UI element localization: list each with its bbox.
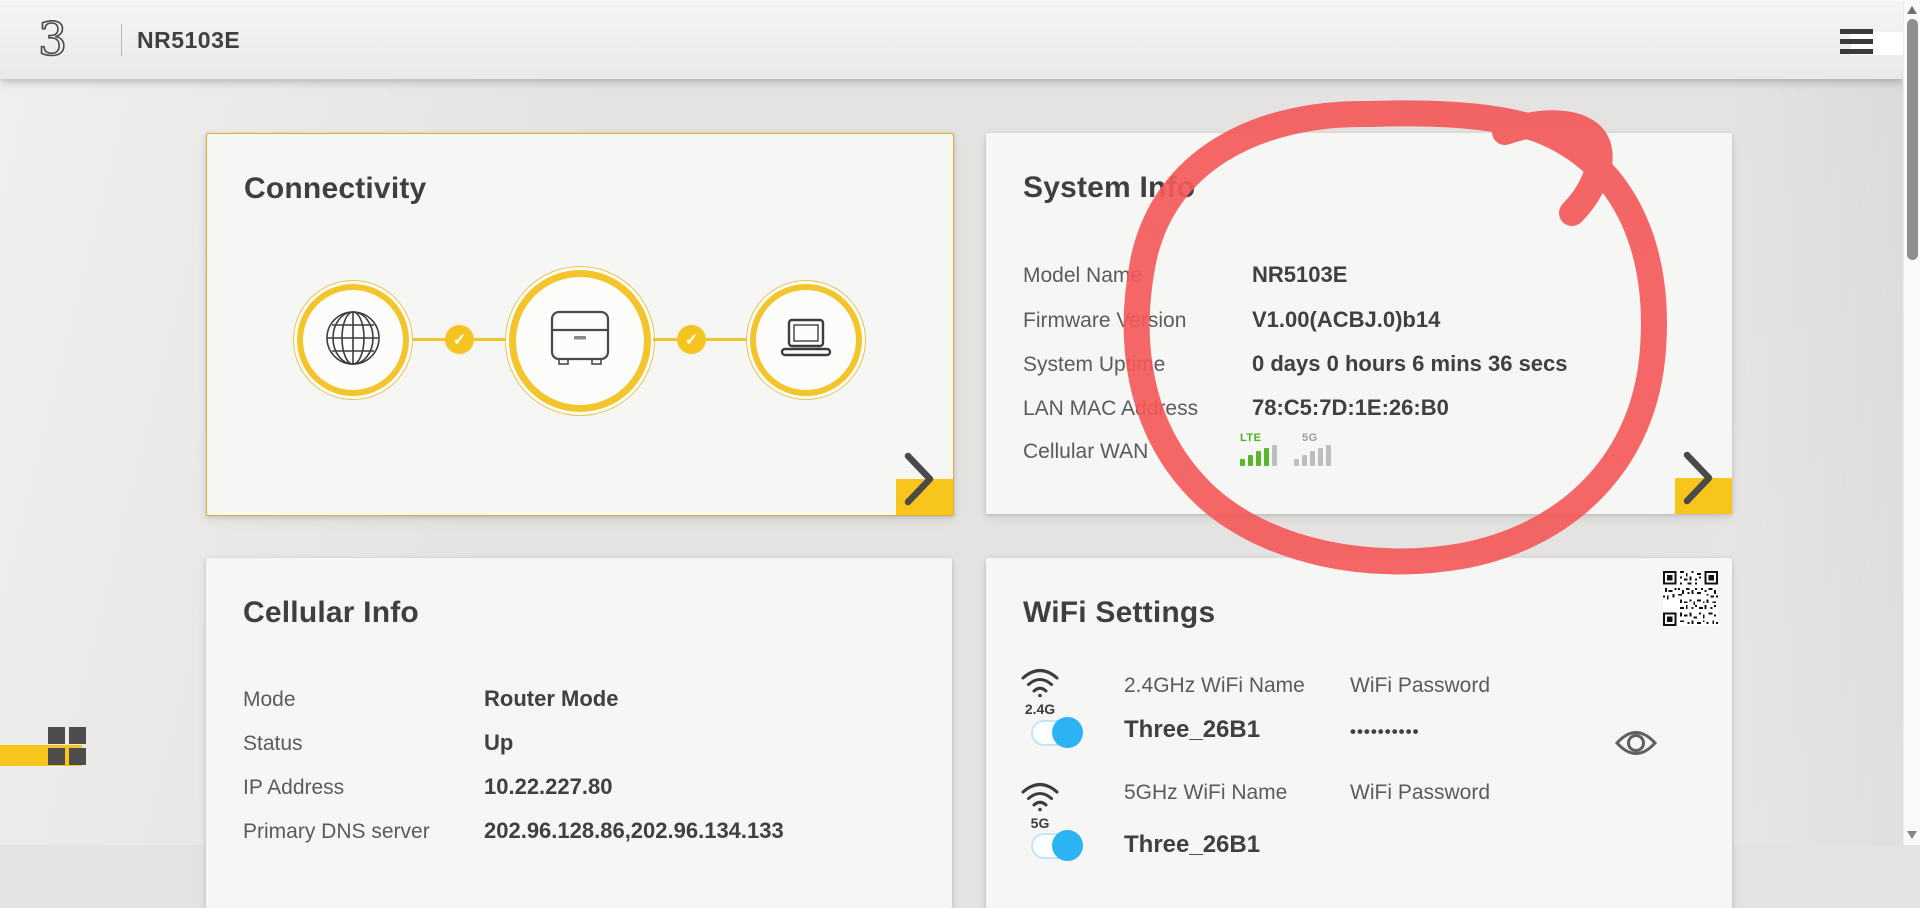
link-line	[474, 338, 505, 341]
check-icon: ✓	[445, 325, 474, 354]
client-node	[746, 280, 866, 400]
wifi-password-label: WiFi Password	[1350, 781, 1491, 804]
router-node	[505, 266, 655, 416]
row-label: Cellular WAN	[1023, 440, 1149, 463]
info-row-cellular-wan: Cellular WAN	[1023, 440, 1252, 464]
card-title: Connectivity	[244, 172, 427, 205]
row-value: Router Mode	[484, 686, 619, 711]
5g-label: 5G	[1302, 432, 1318, 444]
left-accent-decoration	[0, 727, 100, 772]
connectivity-details-button[interactable]	[899, 451, 939, 509]
link-line	[413, 338, 446, 341]
grid-square	[69, 748, 86, 765]
system-info-card: System Info Model Name NR5103E Firmware …	[986, 133, 1732, 514]
row-label: Mode	[243, 688, 296, 711]
toggle-knob	[1052, 830, 1083, 861]
page-title: NR5103E	[137, 27, 241, 53]
app-header: 3 NR5103E	[0, 0, 1903, 79]
row-value: 0 days 0 hours 6 mins 36 secs	[1252, 351, 1568, 376]
row-label: Status	[243, 732, 303, 755]
internet-node	[293, 280, 413, 400]
cellular-info-card: Cellular Info Mode Router Mode Status Up…	[206, 558, 952, 908]
three-logo-glyph: 3	[38, 13, 67, 66]
row-value: 202.96.128.86,202.96.134.133	[484, 818, 784, 843]
toggle-knob	[1052, 717, 1083, 748]
chevron-right-icon	[904, 452, 934, 506]
router-icon	[546, 309, 614, 374]
row-value: V1.00(ACBJ.0)b14	[1252, 307, 1441, 332]
band-label: 2.4G	[1024, 701, 1056, 717]
globe-icon	[324, 309, 382, 372]
row-value: 10.22.227.80	[484, 774, 613, 799]
wifi-name-label: 5GHz WiFi Name	[1124, 781, 1288, 804]
wifi-2g-ssid: Three_26B1	[1124, 716, 1261, 743]
chevron-right-icon	[1683, 451, 1713, 505]
row-label: LAN MAC Address	[1023, 397, 1199, 420]
row-value: 78:C5:7D:1E:26:B0	[1252, 395, 1449, 420]
info-row-status: Status Up	[243, 730, 513, 756]
row-value: NR5103E	[1252, 262, 1348, 287]
info-row-mac: LAN MAC Address 78:C5:7D:1E:26:B0	[1023, 395, 1449, 421]
row-label: Firmware Version	[1023, 309, 1187, 332]
row-label: System Uptime	[1023, 353, 1166, 376]
grid-square	[48, 727, 65, 744]
scrollbar-thumb[interactable]	[1907, 19, 1918, 260]
card-title: WiFi Settings	[1023, 596, 1216, 629]
cellular-signal-indicators: LTE 5G	[1240, 432, 1331, 466]
lte-signal-icon: LTE	[1240, 432, 1277, 466]
band-label: 5G	[1030, 815, 1050, 831]
lte-label: LTE	[1240, 432, 1262, 444]
scrollbar[interactable]	[1903, 0, 1920, 845]
wifi-2g-icon: 2.4G	[1019, 668, 1061, 717]
check-icon: ✓	[677, 325, 706, 354]
link-line	[653, 338, 678, 341]
grid-square	[48, 748, 65, 765]
grid-square	[69, 727, 86, 744]
connectivity-card: Connectivity ✓ ✓	[206, 133, 954, 516]
laptop-icon	[778, 316, 834, 365]
card-title: Cellular Info	[243, 596, 419, 629]
info-row-ip: IP Address 10.22.227.80	[243, 774, 612, 800]
wifi-5g-icon: 5G	[1019, 782, 1061, 831]
info-row-firmware: Firmware Version V1.00(ACBJ.0)b14	[1023, 307, 1440, 333]
three-logo: 3	[30, 11, 80, 67]
wifi-5g-toggle[interactable]	[1031, 830, 1083, 861]
row-label: Model Name	[1023, 264, 1143, 287]
5g-signal-icon: 5G	[1294, 432, 1331, 466]
card-title: System Info	[1023, 171, 1196, 204]
scroll-down-button[interactable]	[1907, 831, 1917, 839]
wifi-2g-password-masked: ••••••••••	[1350, 722, 1420, 741]
eye-icon	[1614, 731, 1658, 755]
show-password-button[interactable]	[1613, 726, 1659, 760]
wifi-settings-card: WiFi Settings 2.4G 2.4GHz WiFi Name WiFi…	[986, 558, 1732, 908]
info-row-mode: Mode Router Mode	[243, 686, 618, 712]
row-value: Up	[484, 730, 514, 755]
row-label: Primary DNS server	[243, 820, 430, 843]
info-row-dns: Primary DNS server 202.96.128.86,202.96.…	[243, 818, 784, 844]
menu-button[interactable]	[1838, 23, 1903, 59]
wifi-qr-code	[1663, 571, 1718, 626]
row-label: IP Address	[243, 776, 345, 799]
wifi-password-label: WiFi Password	[1350, 674, 1491, 697]
wifi-2g-toggle[interactable]	[1031, 717, 1083, 748]
link-line	[706, 338, 747, 341]
scroll-up-button[interactable]	[1907, 6, 1917, 14]
header-divider	[121, 24, 122, 56]
wifi-5g-ssid: Three_26B1	[1124, 831, 1261, 858]
info-row-uptime: System Uptime 0 days 0 hours 6 mins 36 s…	[1023, 351, 1568, 377]
system-info-details-button[interactable]	[1678, 450, 1718, 508]
wifi-name-label: 2.4GHz WiFi Name	[1124, 674, 1305, 697]
info-row-model: Model Name NR5103E	[1023, 262, 1347, 288]
